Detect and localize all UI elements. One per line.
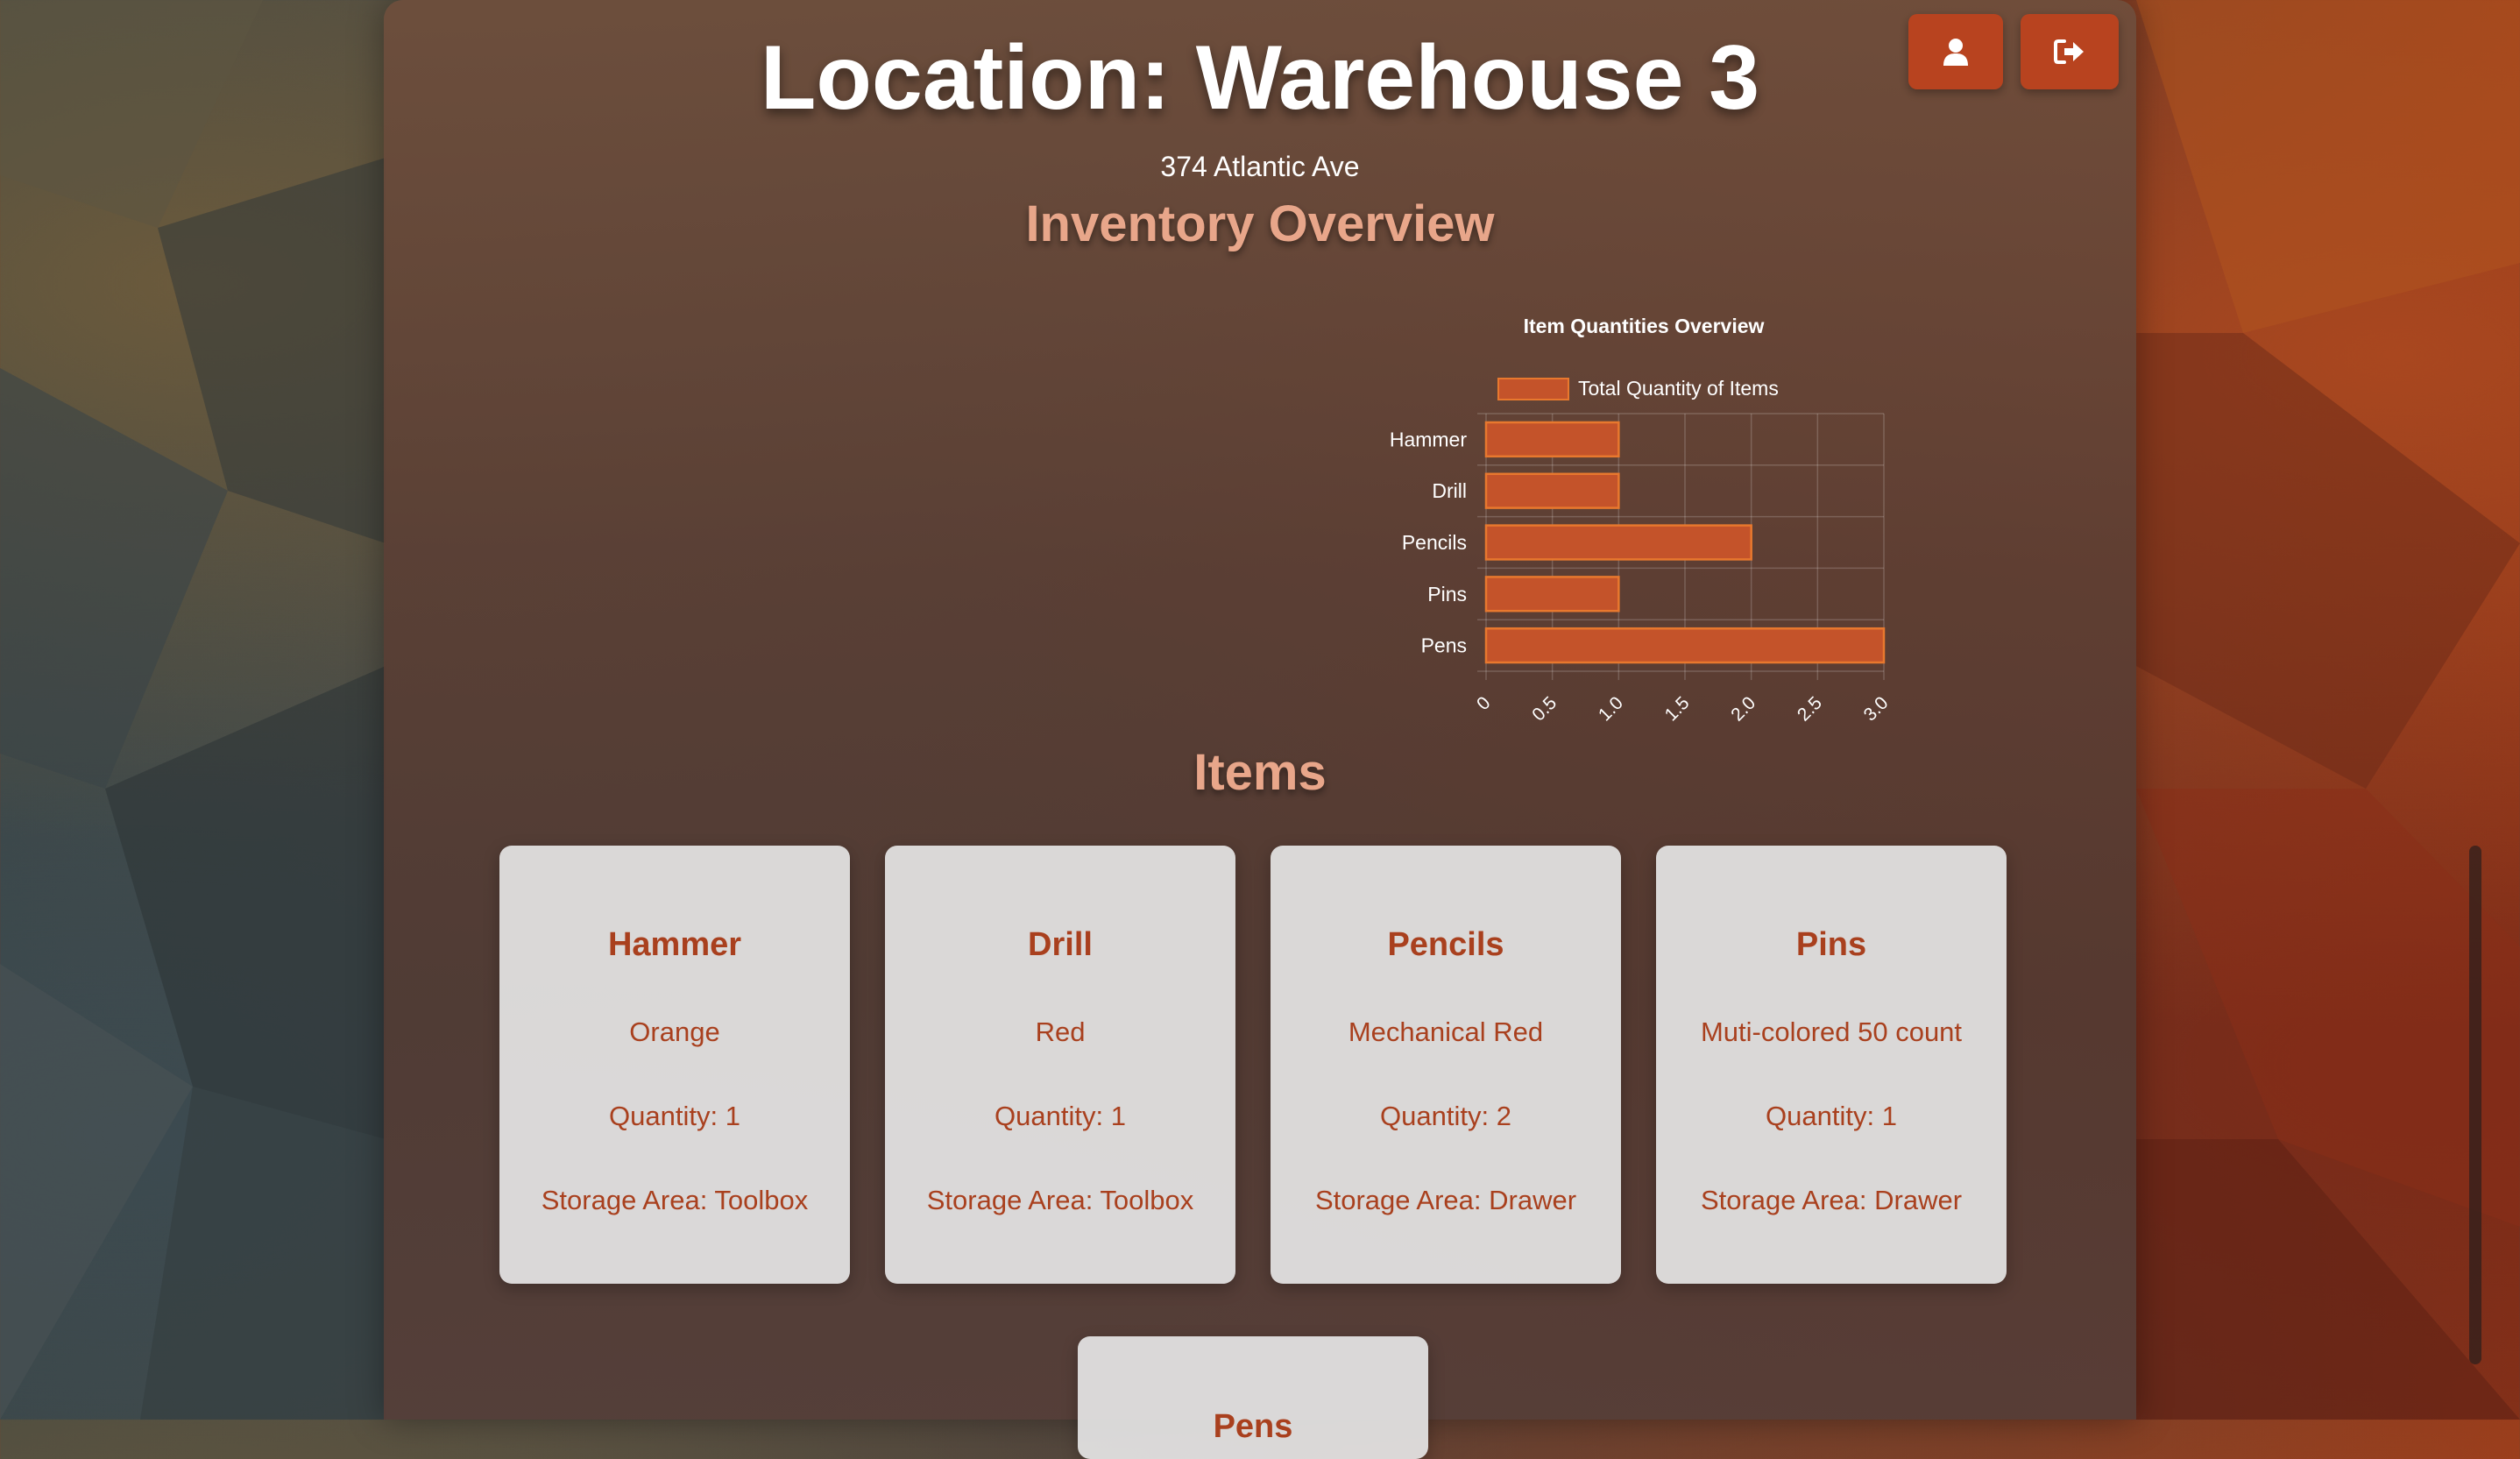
- y-tick-label: Drill: [1432, 479, 1467, 502]
- item-quantity: Quantity: 2: [1380, 1101, 1511, 1131]
- y-tick-label: Hammer: [1390, 428, 1468, 450]
- x-tick-label: 3.0: [1860, 693, 1893, 726]
- item-name: Hammer: [607, 926, 742, 963]
- item-card-hammer[interactable]: Hammer Orange Quantity: 1 Storage Area: …: [499, 846, 850, 1284]
- inventory-overview-heading: Inventory Overview: [1025, 195, 1495, 252]
- item-card-pins[interactable]: Pins Muti-colored 50 count Quantity: 1 S…: [1656, 846, 2007, 1284]
- y-tick-label: Pens: [1421, 634, 1467, 657]
- bar-hammer: [1484, 421, 1620, 458]
- item-storage-area: Storage Area: Drawer: [1314, 1185, 1577, 1215]
- x-tick-label: 1.5: [1661, 693, 1694, 726]
- item-quantities-chart: Item Quantities Overview Total Quantity o…: [1348, 307, 1908, 745]
- item-card-drill[interactable]: Drill Red Quantity: 1 Storage Area: Tool…: [885, 846, 1235, 1284]
- bar-pencils: [1484, 524, 1752, 561]
- chart-svg: Item Quantities Overview Total Quantity o…: [1390, 315, 1893, 726]
- user-icon: [1943, 39, 1968, 66]
- x-tick-label: 2.5: [1794, 693, 1826, 726]
- x-tick-label: 2.0: [1727, 693, 1759, 726]
- chart-title: Item Quantities Overview: [1524, 315, 1765, 337]
- legend-swatch: [1497, 378, 1569, 400]
- items-heading: Items: [1193, 744, 1327, 801]
- item-name: Pens: [1213, 1408, 1293, 1445]
- item-description: Red: [1035, 1016, 1086, 1047]
- bar-drill: [1484, 472, 1620, 509]
- location-panel: Location: Warehouse 3 374 Atlantic Ave I…: [384, 0, 2481, 1459]
- location-address: 374 Atlantic Ave: [1160, 151, 1360, 182]
- x-tick-label: 0: [1473, 693, 1495, 715]
- item-storage-area: Storage Area: Toolbox: [926, 1185, 1194, 1215]
- legend-label: Total Quantity of Items: [1578, 377, 1779, 400]
- item-storage-area: Storage Area: Toolbox: [541, 1185, 809, 1215]
- item-storage-area: Storage Area: Drawer: [1700, 1185, 1963, 1215]
- x-tick-label: 1.0: [1595, 693, 1627, 726]
- y-tick-label: Pins: [1427, 583, 1467, 606]
- item-quantity: Quantity: 1: [995, 1101, 1126, 1131]
- sign-out-icon: [2054, 39, 2084, 64]
- item-description: Orange: [629, 1016, 720, 1047]
- item-name: Pins: [1795, 926, 1867, 963]
- item-description: Mechanical Red: [1348, 1016, 1544, 1047]
- item-description: Muti-colored 50 count: [1700, 1016, 1963, 1047]
- item-name: Drill: [1028, 926, 1093, 963]
- bar-pens: [1484, 627, 1886, 664]
- items-scrollbar[interactable]: [2469, 846, 2481, 1364]
- bar-pins: [1484, 576, 1620, 613]
- y-tick-label: Pencils: [1402, 531, 1467, 554]
- page-title: Location: Warehouse 3: [760, 27, 1760, 129]
- profile-button[interactable]: [1908, 14, 2003, 89]
- item-card-pencils[interactable]: Pencils Mechanical Red Quantity: 2 Stora…: [1271, 846, 1621, 1284]
- x-tick-label: 0.5: [1528, 693, 1561, 726]
- item-card-pens[interactable]: Pens: [1078, 1336, 1428, 1459]
- item-name: Pencils: [1387, 926, 1504, 963]
- item-quantity: Quantity: 1: [609, 1101, 740, 1131]
- logout-button[interactable]: [2021, 14, 2119, 89]
- item-quantity: Quantity: 1: [1766, 1101, 1897, 1131]
